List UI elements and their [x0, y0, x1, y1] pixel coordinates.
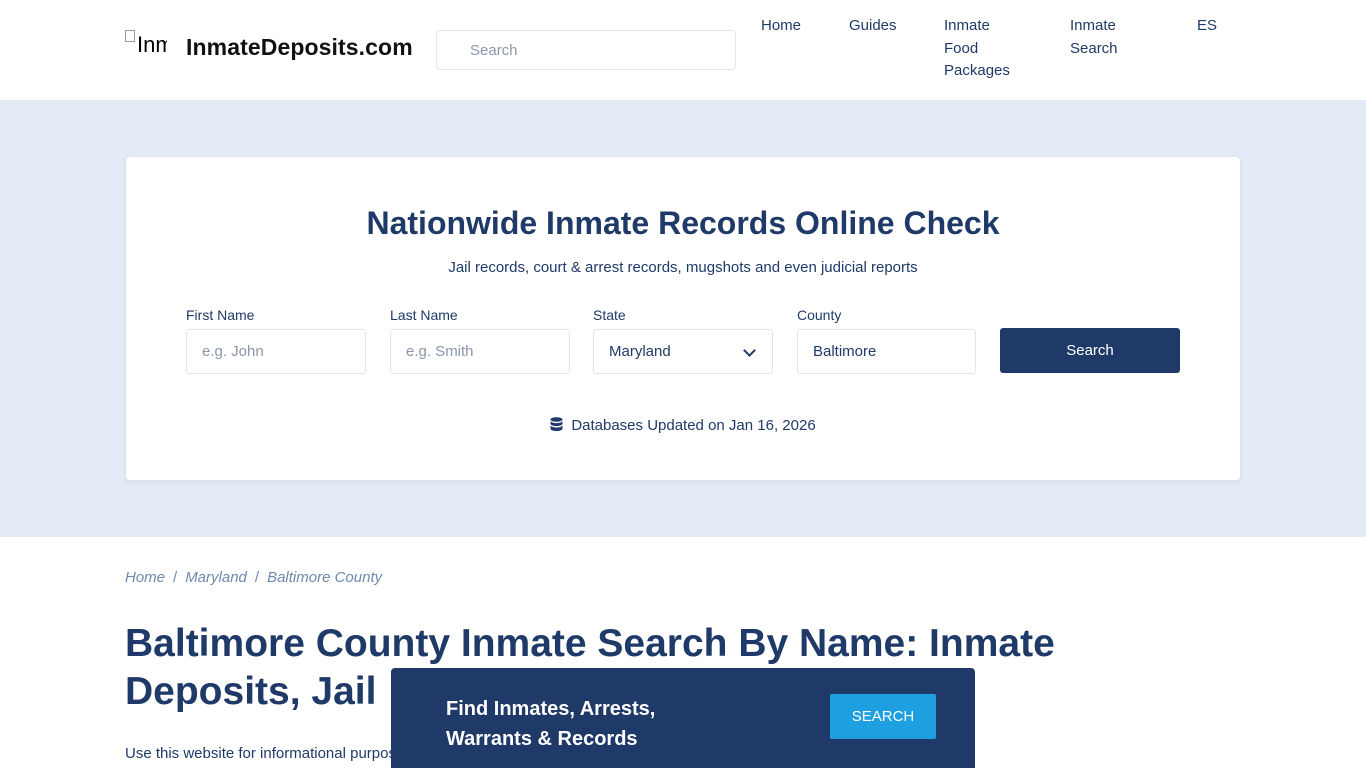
- breadcrumb-separator: /: [254, 569, 260, 586]
- database-updated-row: Databases Updated on Jan 16, 2026: [126, 417, 1240, 434]
- database-icon: [550, 417, 563, 432]
- breadcrumb-home[interactable]: Home: [125, 569, 165, 586]
- breadcrumb-current: Baltimore County: [267, 569, 383, 586]
- banner-text-line2: Warrants & Records: [446, 728, 638, 750]
- banner-text-line1: Find Inmates, Arrests,: [446, 698, 656, 720]
- logo-alt-text: Inmate: [137, 32, 167, 57]
- nav-inmate-food-packages[interactable]: Inmate Food Packages: [944, 15, 1024, 83]
- hero-subtitle: Jail records, court & arrest records, mu…: [448, 259, 918, 276]
- state-select-value: Maryland: [609, 343, 671, 360]
- header-search-input[interactable]: [436, 30, 736, 70]
- first-name-input[interactable]: [186, 329, 366, 374]
- breadcrumb: Home / Maryland / Baltimore County: [125, 569, 382, 586]
- nav-language-es[interactable]: ES: [1197, 15, 1217, 38]
- state-label: State: [593, 307, 626, 323]
- hero-section: Nationwide Inmate Records Online Check J…: [0, 100, 1366, 537]
- intro-paragraph: Use this website for informational purpo…: [125, 745, 396, 762]
- nav-guides[interactable]: Guides: [849, 15, 897, 38]
- breadcrumb-separator: /: [173, 569, 178, 586]
- breadcrumb-maryland[interactable]: Maryland: [185, 569, 247, 586]
- banner-text: Find Inmates, Arrests, Warrants & Record…: [446, 694, 655, 754]
- database-updated-text: Databases Updated on Jan 16, 2026: [571, 417, 816, 434]
- search-card: Nationwide Inmate Records Online Check J…: [125, 156, 1241, 481]
- last-name-label: Last Name: [390, 307, 458, 323]
- first-name-label: First Name: [186, 307, 255, 323]
- chevron-down-icon: [743, 344, 756, 357]
- logo-image[interactable]: Inmate: [125, 30, 167, 60]
- site-header: Inmate InmateDeposits.com Home Guides In…: [0, 0, 1366, 100]
- county-label: County: [797, 307, 842, 323]
- broken-image-icon: [125, 30, 135, 42]
- state-select[interactable]: Maryland: [593, 329, 773, 374]
- nav-inmate-search[interactable]: Inmate Search: [1070, 15, 1140, 60]
- hero-search-button[interactable]: Search: [1000, 328, 1180, 373]
- nav-home[interactable]: Home: [761, 15, 801, 38]
- banner-search-button[interactable]: SEARCH: [830, 694, 936, 739]
- hero-title: Nationwide Inmate Records Online Check: [366, 205, 1000, 241]
- county-input-value: Baltimore: [813, 343, 877, 360]
- sticky-search-banner: Find Inmates, Arrests, Warrants & Record…: [391, 668, 975, 768]
- county-input[interactable]: Baltimore: [797, 329, 976, 374]
- site-name[interactable]: InmateDeposits.com: [186, 34, 413, 61]
- last-name-input[interactable]: [390, 329, 570, 374]
